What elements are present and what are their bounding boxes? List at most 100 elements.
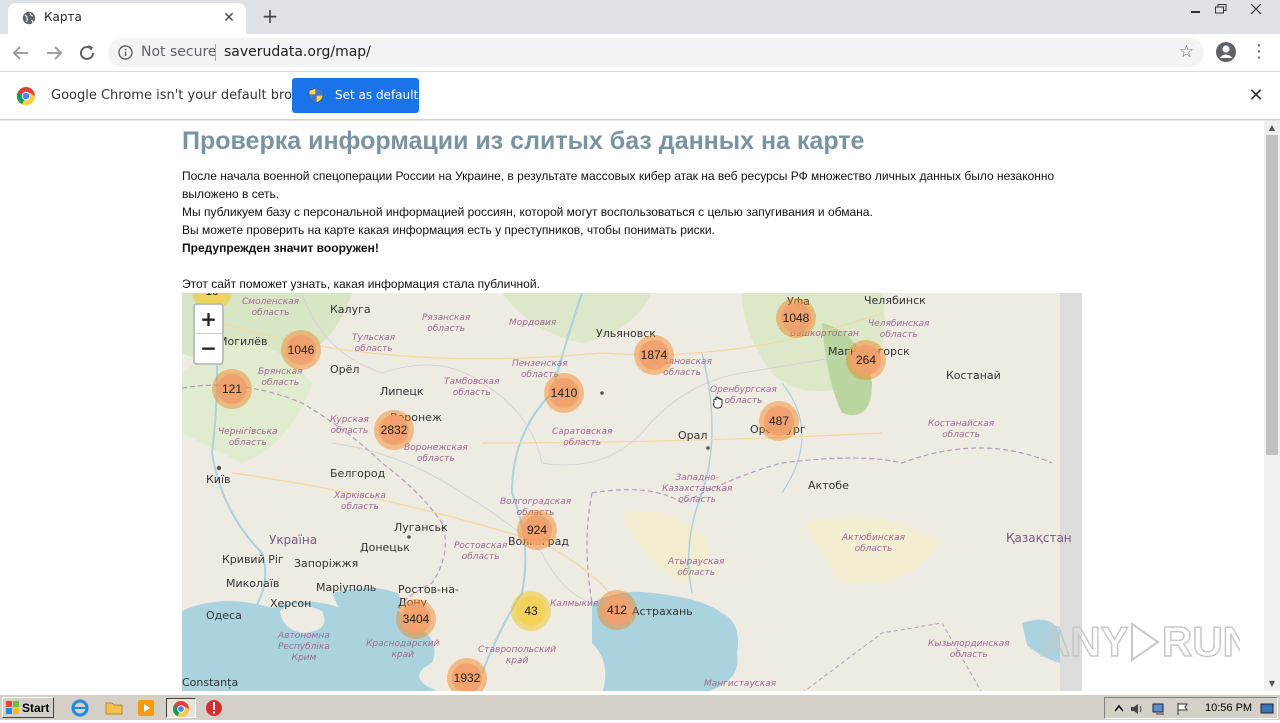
zoom-in-button[interactable]: + — [195, 305, 222, 334]
region-label: Автономна Республіка Крим — [278, 631, 330, 663]
region-label: Костанайская область — [928, 419, 995, 440]
country-label-kazakhstan: Қазақстан — [1006, 531, 1072, 545]
svg-text:RUN: RUN — [1162, 618, 1240, 665]
forward-icon[interactable] — [42, 41, 66, 65]
zoom-control: + − — [193, 303, 224, 365]
cluster-count: 1932 — [452, 663, 482, 691]
cluster-marker[interactable]: 1048 — [776, 298, 816, 338]
volume-icon[interactable] — [1129, 701, 1145, 717]
tab-close-icon[interactable]: ✕ — [220, 9, 238, 27]
page-scrollbar[interactable]: ▲ ▼ — [1264, 121, 1280, 691]
account-icon[interactable] — [1214, 40, 1238, 64]
cluster-marker[interactable]: 1932 — [447, 658, 487, 691]
zoom-out-button[interactable]: − — [195, 334, 222, 363]
info-icon[interactable] — [118, 45, 133, 60]
media-player-icon[interactable] — [136, 698, 156, 718]
city-label: Херсон — [270, 597, 312, 610]
check-paragraph: Вы можете проверить на карте какая инфор… — [182, 223, 715, 237]
chrome-icon — [173, 701, 189, 718]
page-title: Проверка информации из слитых баз данных… — [182, 127, 865, 155]
cluster-marker[interactable]: 43 — [511, 591, 551, 631]
cluster-marker[interactable]: 264 — [846, 340, 886, 380]
address-bar[interactable]: Not secure saverudata.org/map/ ☆ — [108, 38, 1204, 67]
city-label: Калуга — [330, 303, 371, 316]
start-button[interactable]: Start — [2, 697, 54, 718]
bookmark-star-icon[interactable]: ☆ — [1179, 44, 1194, 61]
close-window-button[interactable] — [1234, 0, 1278, 18]
city-label: Могилёв — [218, 335, 268, 348]
city-label: Костанай — [946, 369, 1001, 382]
cluster-marker[interactable]: 924 — [517, 510, 557, 550]
stop-icon[interactable] — [204, 698, 224, 718]
minimize-button[interactable] — [1183, 0, 1209, 18]
region-label: Харківська область — [334, 491, 386, 512]
menu-icon[interactable]: ⋮ — [1250, 40, 1268, 64]
region-label: Актюбинская область — [842, 533, 906, 554]
cluster-count: 2832 — [379, 415, 409, 445]
region-label: Рязанская область — [422, 313, 471, 334]
browser-tab[interactable]: Карта ✕ — [8, 3, 246, 34]
scroll-thumb[interactable] — [1266, 135, 1278, 455]
ie-icon[interactable] — [70, 698, 90, 718]
scroll-up-icon[interactable]: ▲ — [1264, 121, 1280, 135]
chrome-taskbar-button[interactable] — [166, 698, 196, 718]
reload-icon[interactable] — [75, 41, 99, 65]
cluster-marker[interactable]: 412 — [597, 590, 637, 630]
cluster-marker[interactable]: 1046 — [281, 330, 321, 370]
shield-icon — [308, 87, 324, 104]
security-label: Not secure — [141, 44, 217, 60]
tray-expand-icon[interactable] — [1111, 701, 1127, 717]
new-tab-button[interactable]: + — [258, 5, 282, 29]
action-center-flag-icon[interactable] — [1175, 701, 1191, 717]
city-label: Запоріжжя — [294, 557, 359, 570]
region-label: Челябинская область — [868, 319, 930, 340]
web-page: Проверка информации из слитых баз данных… — [0, 121, 1264, 691]
taskbar-clock: 10:56 PM — [1205, 702, 1253, 714]
city-label: Одеса — [206, 609, 242, 622]
cluster-count: 412 — [602, 595, 632, 625]
scroll-down-icon[interactable]: ▼ — [1264, 677, 1280, 691]
system-tray: 10:56 PM — [1104, 697, 1278, 719]
city-label: Миколаїв — [226, 577, 280, 590]
cluster-marker[interactable]: 487 — [759, 401, 799, 441]
warning-text: Предупрежден значит вооружен! — [182, 239, 1082, 257]
back-icon[interactable] — [9, 41, 33, 65]
cluster-count: 924 — [522, 515, 552, 545]
globe-icon — [22, 11, 36, 25]
minimize-icon — [1191, 11, 1200, 13]
region-label: Чернігівська область — [218, 427, 278, 448]
set-as-default-button[interactable]: Set as default — [292, 78, 419, 113]
publish-paragraph: Мы публикуем базу с персональной информа… — [182, 205, 873, 219]
region-label: Мангистауская — [704, 679, 777, 689]
city-label: Донецьк — [360, 541, 410, 554]
network-icon[interactable] — [1151, 701, 1167, 717]
cluster-count: 43 — [516, 596, 546, 626]
warning-bold: Предупрежден значит вооружен! — [182, 241, 379, 255]
cluster-marker[interactable]: 1874 — [634, 335, 674, 375]
infobar-close-icon[interactable]: ✕ — [1246, 86, 1266, 106]
region-label: Тульская область — [352, 333, 396, 354]
region-label: Ростовская область — [454, 541, 508, 562]
infobar-message: Google Chrome isn't your default browser — [51, 88, 323, 103]
region-label: Кызылординская область — [928, 639, 1010, 660]
url-text[interactable]: saverudata.org/map/ — [224, 44, 371, 60]
cluster-count: 1046 — [286, 335, 316, 365]
city-label: Белгород — [330, 467, 386, 480]
explorer-folder-icon[interactable] — [104, 698, 124, 718]
city-label: Орал — [678, 429, 708, 442]
show-desktop-icon[interactable] — [1259, 701, 1275, 717]
leak-map[interactable]: Смоленская область Рязанская область Мордо… — [182, 293, 1082, 691]
cluster-marker[interactable]: 121 — [212, 369, 252, 409]
region-label: Западно- Казахстанская область — [662, 473, 733, 505]
start-label: Start — [22, 701, 50, 715]
close-icon — [1250, 4, 1262, 14]
region-label: Атырауская область — [668, 557, 725, 578]
city-label: Челябинск — [864, 294, 926, 307]
svg-text:ANY: ANY — [1040, 618, 1129, 665]
restore-button[interactable] — [1208, 0, 1234, 18]
cluster-marker[interactable]: 3404 — [396, 599, 436, 639]
cluster-marker[interactable]: 2832 — [374, 410, 414, 450]
cluster-count: 1874 — [639, 340, 669, 370]
cluster-marker[interactable]: 1410 — [544, 373, 584, 413]
city-label: Луганськ — [394, 521, 448, 534]
